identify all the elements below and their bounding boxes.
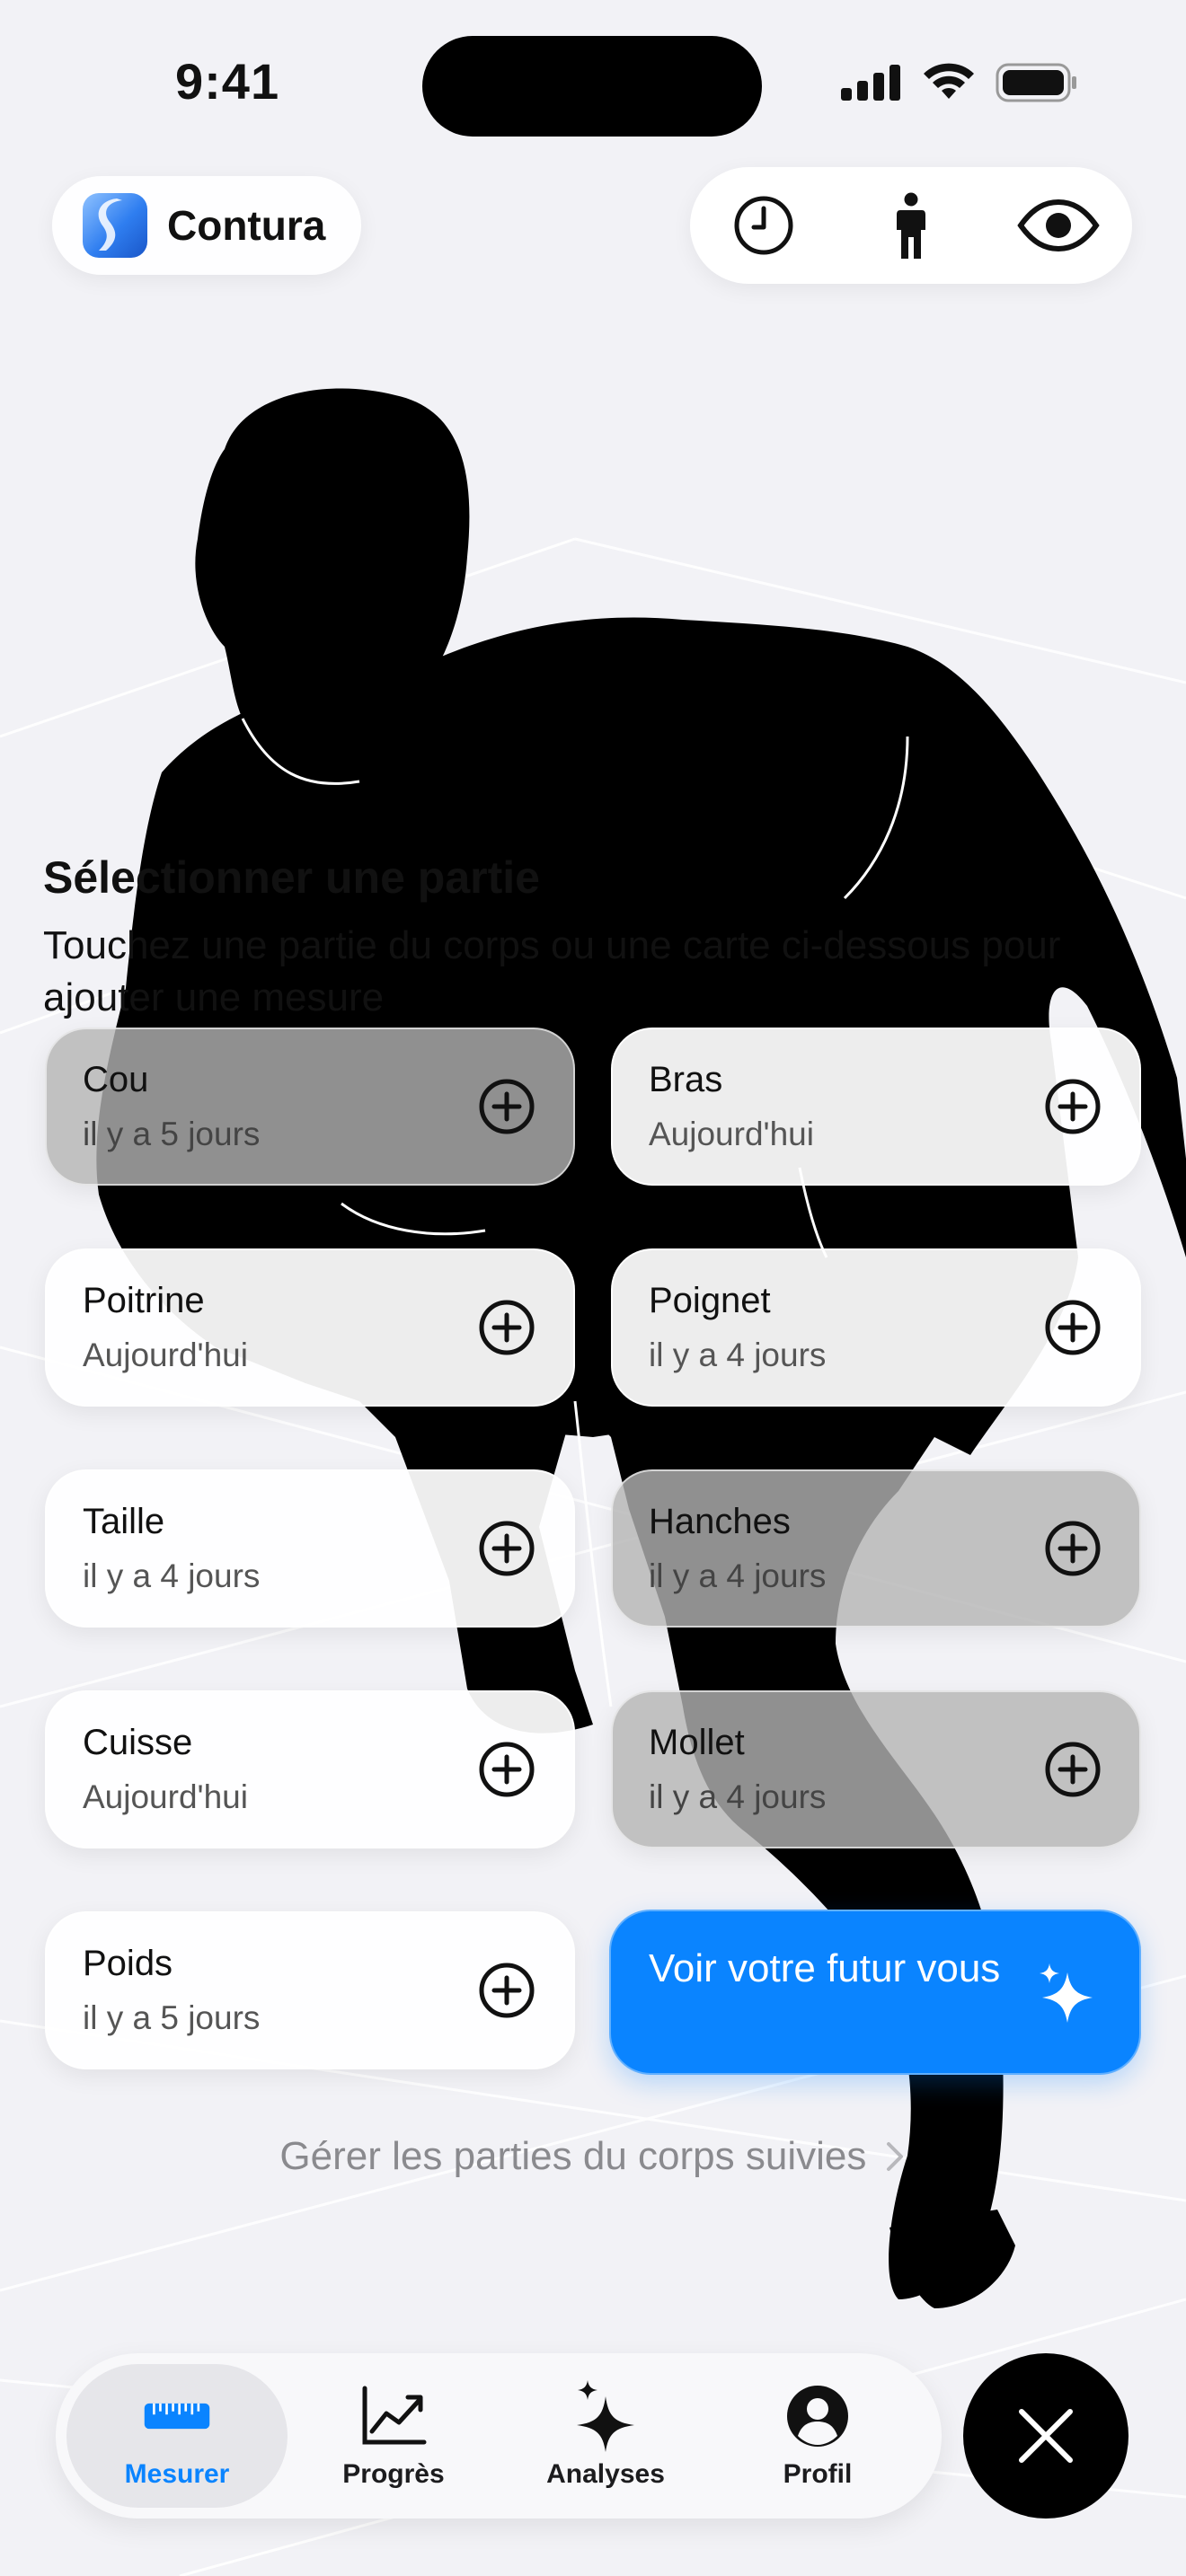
section-subtitle: Touchez une partie du corps ou une carte… <box>43 923 1061 1019</box>
card-label: Poitrine <box>83 1281 205 1320</box>
card-poignet[interactable]: Poignet il y a 4 jours <box>611 1248 1141 1407</box>
card-time: Aujourd'hui <box>83 1337 248 1373</box>
chevron-right-icon <box>886 2142 903 2171</box>
brand-pill[interactable]: Contura <box>52 176 362 275</box>
future-you-button[interactable]: Voir votre futur vous <box>609 1910 1141 2075</box>
card-time: Aujourd'hui <box>83 1778 248 1815</box>
tab-label: Progrès <box>342 2459 445 2489</box>
toolbar-pill <box>690 167 1132 284</box>
manage-link-label: Gérer les parties du corps suivies <box>279 2134 867 2178</box>
body-view-button[interactable] <box>862 176 960 275</box>
plus-circle-icon[interactable] <box>1044 1741 1102 1798</box>
card-mollet[interactable]: Mollet il y a 4 jours <box>611 1690 1141 1848</box>
card-label: Hanches <box>649 1502 791 1541</box>
card-time: il y a 5 jours <box>83 1116 261 1152</box>
card-poids[interactable]: Poids il y a 5 jours <box>45 1911 575 2069</box>
card-label: Taille <box>83 1502 165 1541</box>
plus-circle-icon[interactable] <box>478 1078 535 1135</box>
dynamic-island <box>422 36 762 137</box>
card-time: il y a 4 jours <box>649 1557 827 1594</box>
plus-circle-icon[interactable] <box>478 1741 535 1798</box>
card-label: Cuisse <box>83 1723 193 1762</box>
future-you-label: Voir votre futur vous <box>649 1946 1001 1990</box>
sparkles-icon <box>1040 1963 1093 2023</box>
ruler-icon <box>143 2382 211 2450</box>
plus-circle-icon[interactable] <box>1044 1520 1102 1577</box>
eye-icon <box>1017 198 1100 252</box>
tab-mesurer[interactable]: Mesurer <box>66 2364 288 2508</box>
person-icon <box>897 192 925 259</box>
wifi-icon <box>924 63 974 99</box>
profile-icon <box>783 2382 852 2450</box>
card-bras[interactable]: Bras Aujourd'hui <box>611 1028 1141 1186</box>
plus-circle-icon[interactable] <box>478 1962 535 2019</box>
card-hanches[interactable]: Hanches il y a 4 jours <box>611 1469 1141 1628</box>
close-icon <box>1019 2409 1073 2463</box>
tab-label: Profil <box>783 2459 853 2489</box>
card-cuisse[interactable]: Cuisse Aujourd'hui <box>45 1690 575 1848</box>
card-label: Poids <box>83 1944 173 1983</box>
visibility-button[interactable] <box>1009 176 1108 275</box>
section-title: Sélectionner une partie <box>43 852 540 903</box>
tab-label: Mesurer <box>124 2459 230 2489</box>
tab-bar: Mesurer Progrès Analyses Profil <box>56 2353 942 2519</box>
tab-profil[interactable]: Profil <box>712 2364 924 2508</box>
card-time: il y a 4 jours <box>83 1557 261 1594</box>
card-poitrine[interactable]: Poitrine Aujourd'hui <box>45 1248 575 1407</box>
card-time: il y a 5 jours <box>83 1999 261 2036</box>
card-time: il y a 4 jours <box>649 1337 827 1373</box>
status-icons <box>841 63 1078 102</box>
tab-label: Analyses <box>546 2459 665 2489</box>
plus-circle-icon[interactable] <box>1044 1299 1102 1356</box>
clock-icon <box>734 196 793 255</box>
app-logo-icon <box>83 193 147 258</box>
card-label: Bras <box>649 1060 723 1099</box>
close-button[interactable] <box>963 2353 1128 2519</box>
card-cou[interactable]: Cou il y a 5 jours <box>45 1028 575 1186</box>
brand-name: Contura <box>167 202 326 249</box>
tab-progres[interactable]: Progrès <box>288 2364 500 2508</box>
battery-icon <box>996 63 1076 102</box>
manage-tracked-parts-link[interactable]: Gérer les parties du corps suivies <box>0 2134 1186 2179</box>
tab-analyses[interactable]: Analyses <box>500 2364 712 2508</box>
status-time: 9:41 <box>175 53 280 110</box>
card-time: Aujourd'hui <box>649 1116 814 1152</box>
chart-line-icon <box>359 2382 428 2450</box>
plus-circle-icon[interactable] <box>1044 1078 1102 1135</box>
plus-circle-icon[interactable] <box>478 1520 535 1577</box>
card-label: Cou <box>83 1060 149 1099</box>
card-label: Poignet <box>649 1281 771 1320</box>
signal-icon <box>841 65 900 101</box>
card-label: Mollet <box>649 1723 745 1762</box>
card-time: il y a 4 jours <box>649 1778 827 1815</box>
plus-circle-icon[interactable] <box>478 1299 535 1356</box>
card-taille[interactable]: Taille il y a 4 jours <box>45 1469 575 1628</box>
sparkles-icon <box>571 2380 640 2452</box>
history-button[interactable] <box>714 176 813 275</box>
